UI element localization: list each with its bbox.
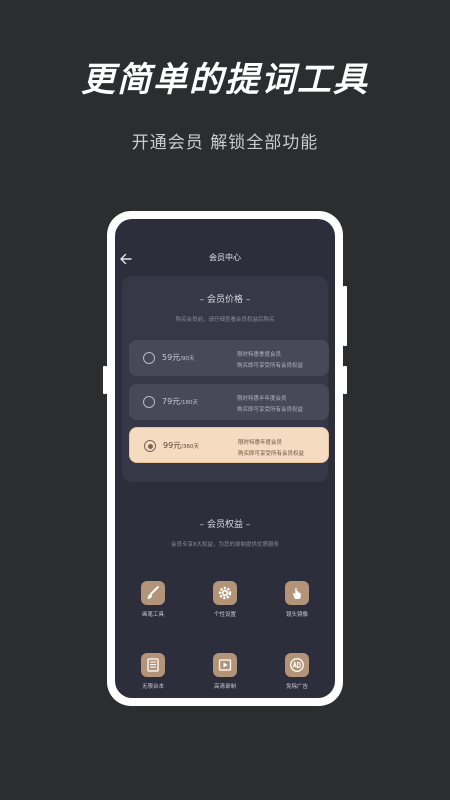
benefit-label: 个性设置 — [213, 612, 236, 618]
side-button — [343, 366, 347, 394]
price-section-subtitle: 购买会员前，请仔细查看会员权益后购买 — [175, 317, 275, 323]
plan-price: 79元/180天 — [162, 397, 199, 406]
plan-description: 购买即可享受所有会员权益 — [237, 407, 304, 413]
benefit-no-ads[interactable]: 免除广告 — [267, 653, 327, 690]
ad-icon — [285, 653, 309, 677]
phone-frame: 会员中心 – 会员价格 – 购买会员前，请仔细查看会员权益后购买 59元/90天… — [103, 211, 347, 706]
benefit-label: 无限台本 — [141, 684, 164, 690]
plan-title: 限时特惠季度会员 — [237, 352, 282, 358]
benefit-personal-settings[interactable]: 个性设置 — [195, 581, 255, 618]
plan-option-180[interactable]: 79元/180天 限时特惠半年度会员 购买即可享受所有会员权益 — [129, 384, 329, 420]
plan-title: 限时特惠半年度会员 — [237, 396, 287, 402]
benefit-label: 免除广告 — [285, 684, 308, 690]
brush-icon — [141, 581, 165, 605]
benefit-brush-tool[interactable]: 画笔工具 — [123, 581, 183, 618]
benefit-label: 画笔工具 — [141, 612, 164, 618]
hand-icon — [285, 581, 309, 605]
radio-dot — [147, 443, 153, 449]
benefits-section-title: – 会员权益 – — [199, 520, 251, 530]
app-screen: 会员中心 – 会员价格 – 购买会员前，请仔细查看会员权益后购买 59元/90天… — [115, 219, 335, 698]
plan-price: 99元/360天 — [163, 441, 200, 450]
gear-icon — [213, 581, 237, 605]
plan-option-360[interactable]: 99元/360天 限时特惠年度会员 购买即可享受所有会员权益 — [129, 427, 329, 463]
benefit-unlimited-scripts[interactable]: 无限台本 — [123, 653, 183, 690]
radio-button-selected[interactable] — [144, 440, 156, 452]
benefit-hd-recording[interactable]: 高清录制 — [195, 653, 255, 690]
script-icon — [141, 653, 165, 677]
plan-price: 59元/90天 — [162, 353, 195, 362]
benefit-camera-mirror[interactable]: 镜头镜像 — [267, 581, 327, 618]
price-section-title: – 会员价格 – — [199, 295, 251, 305]
subheadline: 开通会员 解锁全部功能 — [131, 133, 319, 153]
page-title: 会员中心 — [209, 253, 241, 262]
price-card: – 会员价格 – 购买会员前，请仔细查看会员权益后购买 59元/90天 限时特惠… — [122, 276, 329, 482]
benefits-section-subtitle: 会员专享8大权益，为您的录制提供优质服务 — [170, 542, 279, 548]
plan-option-90[interactable]: 59元/90天 限时特惠季度会员 购买即可享受所有会员权益 — [129, 340, 329, 376]
radio-button[interactable] — [143, 396, 155, 408]
headline: 更简单的提词工具 — [81, 60, 369, 100]
plan-title: 限时特惠年度会员 — [238, 440, 283, 446]
benefit-label: 高清录制 — [213, 684, 236, 690]
video-icon — [213, 653, 237, 677]
plan-description: 购买即可享受所有会员权益 — [238, 451, 305, 457]
top-bar: 会员中心 — [115, 249, 335, 269]
radio-button[interactable] — [143, 352, 155, 364]
side-button — [343, 286, 347, 346]
plan-description: 购买即可享受所有会员权益 — [237, 363, 304, 369]
side-button — [103, 366, 107, 394]
benefit-label: 镜头镜像 — [285, 612, 308, 618]
